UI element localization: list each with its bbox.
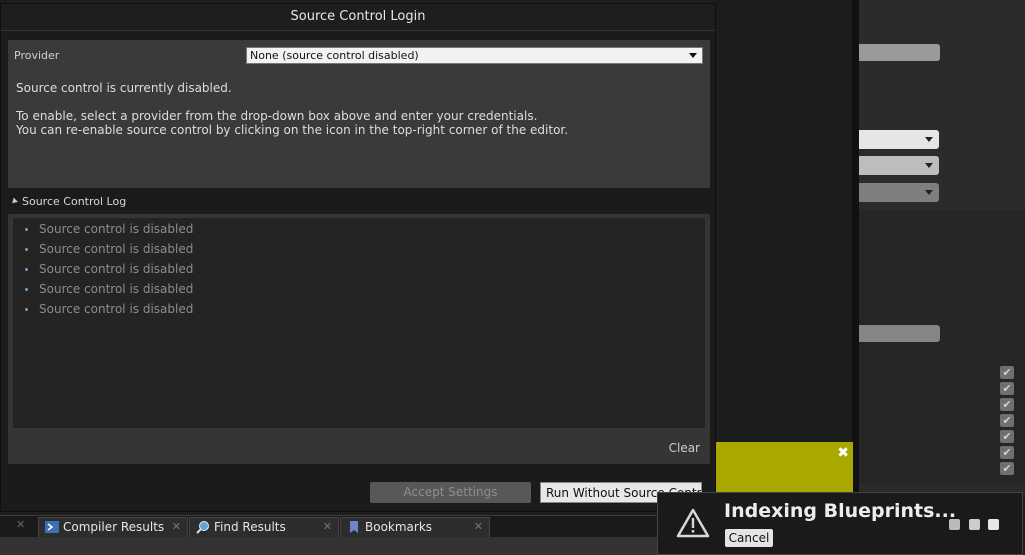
help-text-line-2: You can re-enable source control by clic… (16, 123, 569, 137)
throbber-dot (969, 519, 980, 530)
log-section-header[interactable]: Source Control Log (10, 195, 127, 208)
details-checkbox[interactable]: ✔ (1000, 382, 1014, 395)
clear-log-button[interactable]: Clear (669, 441, 700, 455)
magnifier-icon (196, 521, 209, 534)
close-icon[interactable]: ✖ (837, 445, 849, 461)
panel-splitter[interactable] (852, 0, 859, 495)
details-panel-lower (859, 210, 1025, 485)
provider-panel: Provider None (source control disabled) … (8, 40, 710, 188)
provider-label: Provider (14, 49, 60, 62)
indexing-notification: Indexing Blueprints... Cancel (657, 492, 1023, 555)
log-list[interactable]: Source control is disabled Source contro… (13, 218, 705, 428)
highlight-tile: ✖ (716, 442, 853, 492)
log-entry: Source control is disabled (39, 302, 194, 316)
source-control-login-dialog: Source Control Login Provider None (sour… (0, 3, 716, 512)
provider-dropdown[interactable]: None (source control disabled) (246, 47, 703, 64)
viewport-panel (716, 0, 854, 495)
bullet-icon (25, 288, 28, 291)
notification-title: Indexing Blueprints... (724, 500, 957, 522)
details-dropdown-3[interactable] (859, 183, 939, 202)
details-checkbox[interactable]: ✔ (1000, 366, 1014, 379)
tab-label: Find Results (214, 520, 286, 534)
close-icon[interactable]: ✕ (474, 518, 483, 536)
details-checkbox[interactable]: ✔ (1000, 430, 1014, 443)
tab-label: Compiler Results (63, 520, 165, 534)
dialog-titlebar[interactable]: Source Control Login (1, 4, 715, 31)
provider-value: None (source control disabled) (250, 49, 419, 62)
details-dropdown-1[interactable] (859, 130, 939, 149)
close-icon[interactable]: ✕ (16, 518, 25, 531)
bullet-icon (25, 248, 28, 251)
close-icon[interactable]: ✕ (172, 518, 181, 536)
bullet-icon (25, 308, 28, 311)
details-text-field-2[interactable] (859, 325, 940, 342)
bookmark-icon (350, 521, 358, 533)
log-entry: Source control is disabled (39, 242, 194, 256)
status-strip (0, 537, 660, 555)
log-entry: Source control is disabled (39, 282, 194, 296)
log-header-label: Source Control Log (22, 195, 127, 208)
details-checkbox[interactable]: ✔ (1000, 446, 1014, 459)
close-icon[interactable]: ✕ (323, 518, 332, 536)
log-panel: Source control is disabled Source contro… (8, 214, 710, 464)
details-dropdown-2[interactable] (859, 156, 939, 175)
throbber-dot (988, 519, 999, 530)
tab-bookmarks[interactable]: Bookmarks ✕ (340, 517, 490, 538)
compiler-icon (45, 521, 59, 533)
dialog-title: Source Control Login (290, 9, 426, 24)
accept-settings-button[interactable]: Accept Settings (370, 482, 531, 503)
cancel-button[interactable]: Cancel (725, 529, 773, 547)
chevron-down-icon (689, 53, 697, 58)
details-text-field[interactable] (859, 44, 940, 61)
details-checkbox[interactable]: ✔ (1000, 398, 1014, 411)
details-checkbox[interactable]: ✔ (1000, 462, 1014, 475)
bullet-icon (25, 268, 28, 271)
throbber-dot (949, 519, 960, 530)
bullet-icon (25, 228, 28, 231)
status-message: Source control is currently disabled. (16, 81, 232, 95)
tab-label: Bookmarks (365, 520, 433, 534)
warning-icon (676, 508, 710, 538)
tab-compiler-results[interactable]: Compiler Results ✕ (38, 517, 188, 538)
log-entry: Source control is disabled (39, 222, 194, 236)
log-entry: Source control is disabled (39, 262, 194, 276)
tab-find-results[interactable]: Find Results ✕ (189, 517, 339, 538)
help-text-line-1: To enable, select a provider from the dr… (16, 109, 538, 123)
details-checkbox[interactable]: ✔ (1000, 414, 1014, 427)
collapse-arrow-icon (10, 197, 18, 206)
